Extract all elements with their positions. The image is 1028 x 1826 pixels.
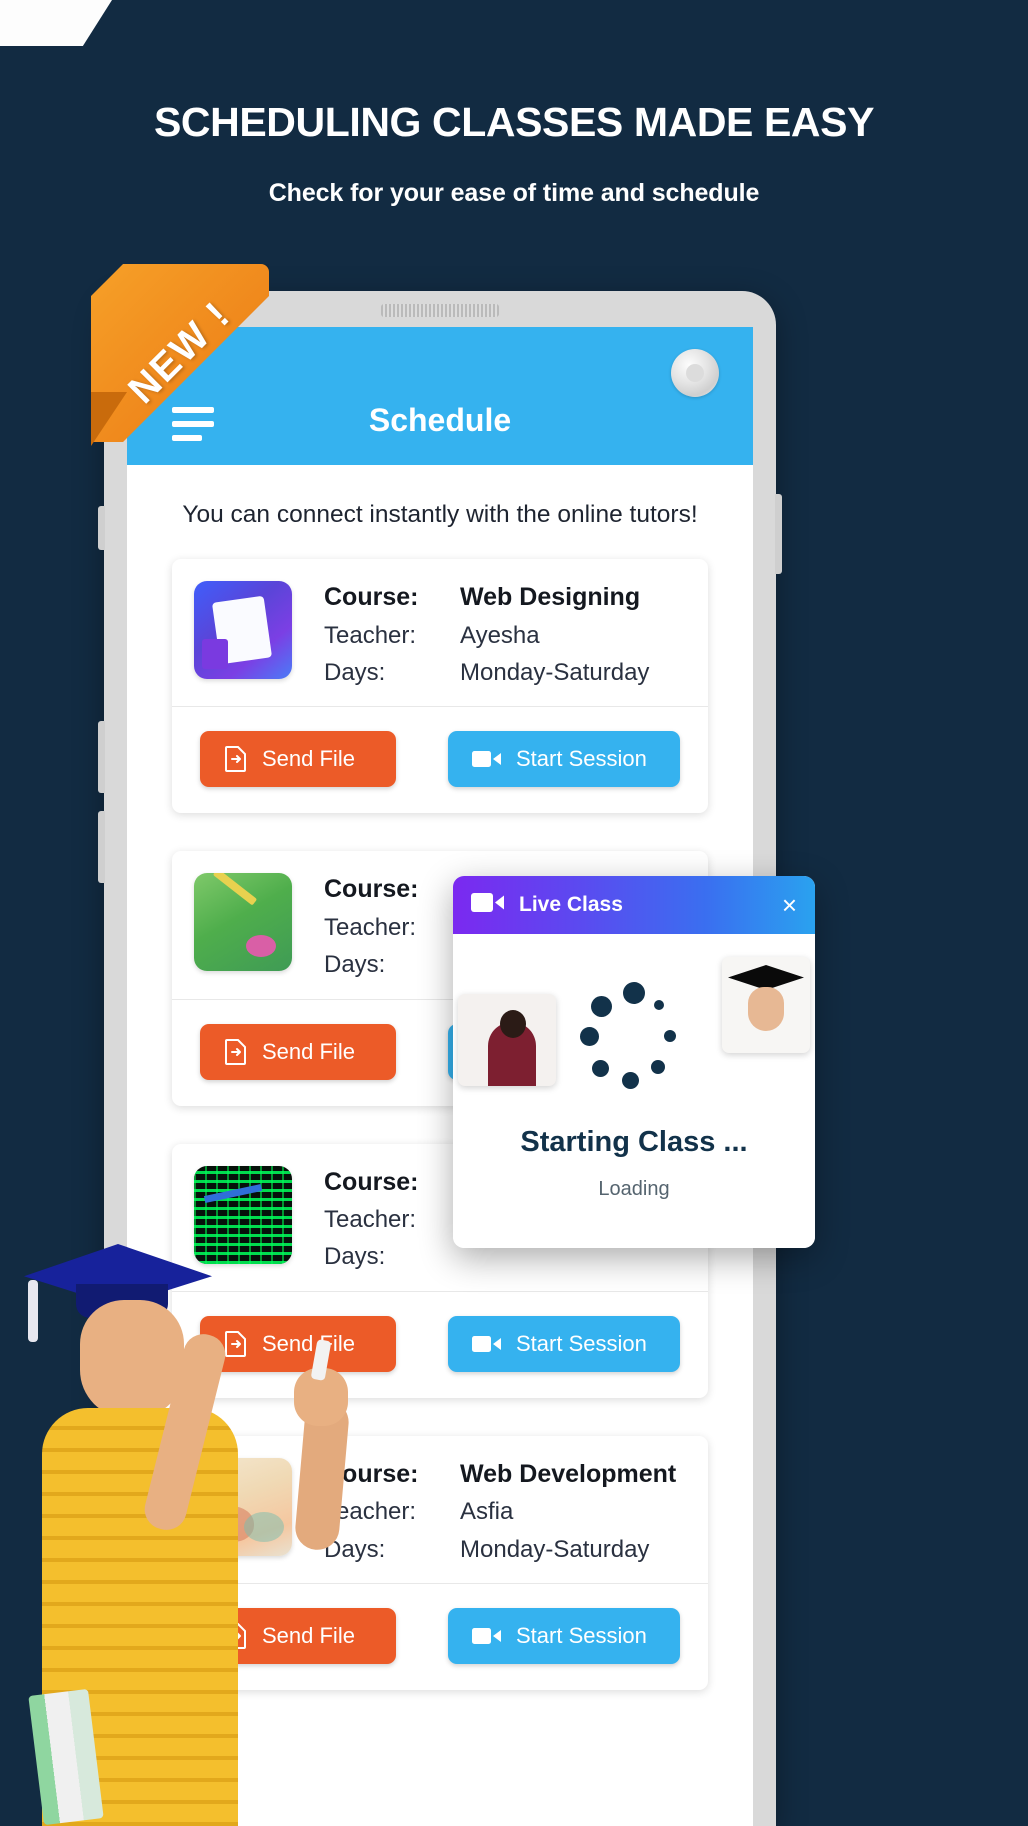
course-thumbnail-icon (194, 873, 292, 972)
start-session-button[interactable]: Start Session (448, 1608, 680, 1665)
course-row: Course: Web Development (324, 1459, 686, 1489)
teacher-label: Teacher: (324, 913, 417, 941)
teacher-photo (458, 994, 556, 1086)
page-subtitle: Check for your ease of time and schedule (268, 179, 760, 208)
course-thumbnail-icon (194, 1457, 292, 1556)
course-card-actions: Send File Start Session (172, 1292, 708, 1398)
send-file-label: Send File (262, 1330, 355, 1356)
teacher-label: Teacher: (324, 1206, 417, 1234)
days-row: Days: Monday-Saturday (324, 658, 686, 686)
teacher-label: Teacher: (324, 621, 417, 649)
course-value: Web Designing (460, 583, 641, 611)
teacher-value: Asfia (460, 1498, 514, 1526)
course-fields: Course: Web Development Teacher: Asfia D… (324, 1458, 686, 1563)
days-label: Days: (324, 1535, 386, 1563)
modal-status-title: Starting Class ... (520, 1126, 748, 1158)
modal-status-subtitle: Loading (598, 1178, 670, 1200)
course-label: Course: (324, 875, 419, 904)
phone-side-button (98, 506, 105, 550)
app-bar: Schedule (127, 327, 753, 465)
live-class-modal-title: Live Class (519, 893, 623, 916)
send-file-button[interactable]: Send File (200, 1315, 396, 1372)
live-class-modal-body: Starting Class ... Loading (453, 934, 815, 1248)
graduation-tassel (28, 1280, 38, 1342)
days-label: Days: (324, 658, 386, 686)
send-file-icon (224, 1038, 248, 1065)
phone-volume-down-button (98, 811, 105, 883)
intro-text: You can connect instantly with the onlin… (182, 501, 698, 528)
close-icon[interactable]: × (782, 892, 797, 918)
course-card-info: Course: Web Development Teacher: Asfia D… (172, 1436, 708, 1583)
live-class-modal-header: Live Class × (453, 876, 815, 934)
teacher-row: Teacher: Ayesha (324, 621, 686, 649)
live-class-modal[interactable]: Live Class × Starting Class ... Loading (453, 876, 815, 1248)
send-file-button[interactable]: Send File (200, 1023, 396, 1080)
course-fields: Course: Web Designing Teacher: Ayesha Da… (324, 581, 686, 686)
course-thumbnail-icon (194, 1165, 292, 1264)
start-session-button[interactable]: Start Session (448, 731, 680, 788)
course-label: Course: (324, 1459, 419, 1488)
send-file-icon (224, 746, 248, 773)
phone-front-camera-icon (671, 349, 719, 397)
course-row: Course: Web Designing (324, 583, 686, 612)
phone-speaker-grille (381, 304, 499, 317)
course-label: Course: (324, 1167, 419, 1196)
send-file-label: Send File (262, 1623, 355, 1649)
video-camera-icon (472, 1626, 502, 1646)
course-value: Web Development (460, 1459, 677, 1488)
days-label: Days: (324, 951, 386, 979)
send-file-button[interactable]: Send File (200, 1608, 396, 1665)
video-camera-icon (472, 749, 502, 769)
send-file-label: Send File (262, 1038, 355, 1064)
phone-volume-up-button (98, 721, 105, 793)
days-label: Days: (324, 1243, 386, 1271)
corner-accent-shape (0, 0, 112, 46)
course-card-actions: Send File Start Session (172, 707, 708, 813)
course-thumbnail-icon (194, 581, 292, 679)
send-file-icon (224, 1330, 248, 1357)
start-session-label: Start Session (516, 1623, 647, 1649)
hamburger-menu-icon[interactable] (172, 407, 214, 441)
phone-side-button (775, 494, 782, 574)
start-session-label: Start Session (516, 746, 647, 772)
days-value: Monday-Saturday (460, 1535, 650, 1563)
start-session-button[interactable]: Start Session (448, 1315, 680, 1372)
days-row: Days: Monday-Saturday (324, 1535, 686, 1563)
video-camera-icon (471, 891, 505, 919)
send-file-label: Send File (262, 746, 355, 772)
days-value: Monday-Saturday (460, 658, 650, 686)
send-file-button[interactable]: Send File (200, 731, 396, 788)
teacher-value: Ayesha (460, 621, 540, 649)
loading-spinner-icon (576, 982, 692, 1098)
start-session-label: Start Session (516, 1330, 647, 1356)
course-card[interactable]: Course: Web Designing Teacher: Ayesha Da… (172, 559, 708, 814)
boy-books (28, 1688, 104, 1826)
send-file-icon (224, 1623, 248, 1650)
course-label: Course: (324, 583, 419, 611)
teacher-row: Teacher: Asfia (324, 1498, 686, 1526)
app-bar-title: Schedule (368, 402, 512, 438)
video-camera-icon (472, 1334, 502, 1354)
page-title: SCHEDULING CLASSES MADE EASY (153, 99, 875, 145)
course-card-info: Course: Web Designing Teacher: Ayesha Da… (172, 559, 708, 706)
student-photo (722, 957, 810, 1053)
course-card-actions: Send File Start Session (172, 1584, 708, 1690)
banner-headings: SCHEDULING CLASSES MADE EASY Check for y… (0, 99, 1028, 208)
teacher-label: Teacher: (324, 1498, 417, 1526)
days-row: Days: (324, 1243, 686, 1271)
course-card[interactable]: Course: Web Development Teacher: Asfia D… (172, 1435, 708, 1691)
